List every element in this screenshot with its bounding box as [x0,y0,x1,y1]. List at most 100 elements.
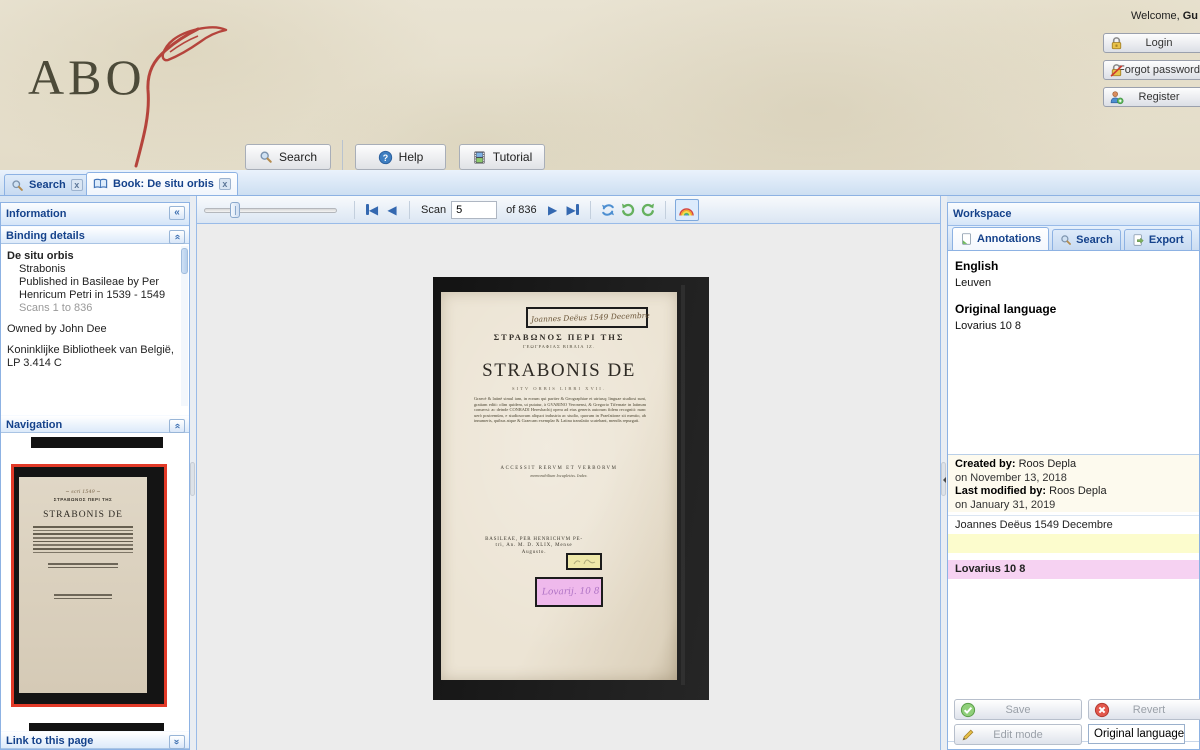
lock-reset-icon [1109,63,1124,78]
tab-search[interactable]: Search x [4,174,90,195]
annotations-page-icon [960,232,973,246]
annotation-highlight-toggle[interactable] [675,199,699,221]
tutorial-film-icon [472,150,487,165]
refresh-icon [600,202,616,218]
annotations-content: English Leuven Original language Lovariu… [948,252,1199,749]
help-icon: ? [378,150,393,165]
book-library-line1: Koninklijke Bibliotheek van België, [7,344,179,357]
annotation-metadata: Created by: Roos Depla on November 13, 2… [948,455,1199,512]
header-button-divider [342,140,343,170]
scan-page: Joannes Deëus 1549 Decembre ΣΤΡΑΒΩΝΟΣ ΠΕ… [441,292,677,680]
tab-annotations[interactable]: Annotations [952,227,1049,250]
expand-section-icon[interactable]: « [169,735,185,749]
search-tab-icon [11,179,24,192]
register-user-icon [1109,90,1124,105]
tab-workspace-search[interactable]: Search [1052,229,1121,250]
collapse-section-icon[interactable]: « [169,230,185,244]
annotation-region-pink[interactable]: Lovarij. 10 8 [535,577,603,607]
workspace-tabstrip: Annotations Search Export [948,226,1199,251]
book-library-line2: LP 3.414 C [7,357,179,370]
annotation-translation-value: Leuven [955,277,991,289]
abo-application: ABO Welcome, Gu Login Forgot password Re… [0,0,1200,750]
rainbow-icon [678,202,695,217]
scan-image: Joannes Deëus 1549 Decembre ΣΤΡΑΒΩΝΟΣ ΠΕ… [433,277,709,700]
binding-details-content: De situ orbis Strabonis Published in Bas… [1,244,189,415]
book-published-line2: Henricum Petri in 1539 - 1549 [7,289,179,302]
help-button[interactable]: ? Help [355,144,446,170]
save-button[interactable]: Save [954,699,1082,720]
tab-book[interactable]: Book: De situ orbis x [86,172,238,195]
last-page-button[interactable]: ▶ [563,200,583,220]
slider-track[interactable] [204,208,337,213]
quill-logo-icon [108,18,248,168]
search-button[interactable]: Search [245,144,331,170]
annotation-language-heading: English [955,259,998,273]
rotate-right-icon [640,202,656,218]
rotate-left-button[interactable] [618,200,638,220]
collapse-panel-icon[interactable]: « [169,206,185,220]
save-check-icon [960,702,976,718]
tutorial-button[interactable]: Tutorial [459,144,545,170]
book-published-line1: Published in Basileae by Per [7,276,179,289]
forgot-password-button[interactable]: Forgot password [1103,60,1200,80]
book-author: Strabonis [7,263,179,276]
close-tab-icon[interactable]: x [219,178,231,190]
splitter-grip[interactable] [190,462,195,496]
search-icon [1060,234,1072,246]
navigation-thumbnails: ~ scri 1549 ~ ΣΤΡΑΒΩΝΟΣ ΠΕΡΙ ΤΗΣ STRABON… [1,433,189,735]
search-icon [259,150,273,164]
annotation-region-top[interactable]: Joannes Deëus 1549 Decembre [526,307,648,328]
nav-thumbnail-previous[interactable] [31,437,163,448]
first-page-button[interactable]: ◀ [362,200,382,220]
scrollbar-thumb[interactable] [181,248,188,274]
annotation-list-item-yellow[interactable] [948,534,1199,553]
binding-scrollbar[interactable] [181,246,188,406]
link-to-this-page-header[interactable]: Link to this page « [1,731,189,749]
scan-total-label: of 836 [506,204,537,216]
annotation-language-heading: Original language [955,302,1056,316]
collapse-section-icon[interactable]: « [169,419,185,433]
book-scan-range: Scans 1 to 836 [7,302,179,315]
scan-number-input[interactable] [451,201,497,219]
svg-text:?: ? [382,152,387,162]
binding-details-header: Binding details « [1,226,189,244]
thumbnail-page-preview: ~ scri 1549 ~ ΣΤΡΑΒΩΝΟΣ ΠΕΡΙ ΤΗΣ STRABON… [19,477,147,693]
workspace-panel: Workspace Annotations Search Export Engl… [947,202,1200,750]
scan-viewport: Joannes Deëus 1549 Decembre ΣΤΡΑΒΩΝΟΣ ΠΕ… [197,224,940,750]
rotate-left-icon [620,202,636,218]
zoom-slider[interactable] [204,202,337,218]
next-page-button[interactable]: ▶ [543,200,563,220]
scan-viewer-region: ◀ ◀ Scan of 836 ▶ ▶ [196,196,941,750]
navigation-header: Navigation « [1,415,189,433]
slider-handle[interactable] [230,202,240,218]
language-combobox[interactable]: Original language [1088,724,1185,744]
login-button[interactable]: Login [1103,33,1200,53]
close-tab-icon[interactable]: x [71,179,83,191]
register-button[interactable]: Register [1103,87,1200,107]
nav-thumbnail-current[interactable]: ~ scri 1549 ~ ΣΤΡΑΒΩΝΟΣ ΠΕΡΙ ΤΗΣ STRABON… [11,464,167,707]
book-tab-icon [93,177,108,191]
information-panel-header: Information « [1,203,189,226]
previous-page-button[interactable]: ◀ [382,200,402,220]
welcome-text: Welcome, Gu [1131,10,1198,22]
rotate-right-button[interactable] [638,200,658,220]
annotation-list-item[interactable]: Joannes Deëus 1549 Decembre [948,515,1199,534]
splitter-grip[interactable] [941,462,946,496]
scan-label: Scan [421,204,446,216]
edit-mode-button[interactable]: Edit mode [954,724,1082,745]
pencil-icon [960,727,976,743]
site-header: ABO Welcome, Gu Login Forgot password Re… [0,0,1200,170]
book-title: De situ orbis [7,250,179,263]
revert-cancel-icon [1094,702,1110,718]
refresh-button[interactable] [598,200,618,220]
book-owner: Owned by John Dee [7,323,179,336]
workspace-panel-header: Workspace [948,203,1199,226]
annotation-list-item-pink-selected[interactable]: Lovarius 10 8 [948,560,1199,579]
revert-button[interactable]: Revert [1088,699,1200,720]
annotation-original-value: Lovarius 10 8 [955,320,1021,332]
tab-export[interactable]: Export [1124,229,1192,250]
collapse-arrow-icon [943,477,946,483]
annotation-region-yellow[interactable] [566,553,602,570]
viewer-toolbar: ◀ ◀ Scan of 836 ▶ ▶ [197,196,940,224]
export-icon [1132,233,1145,247]
